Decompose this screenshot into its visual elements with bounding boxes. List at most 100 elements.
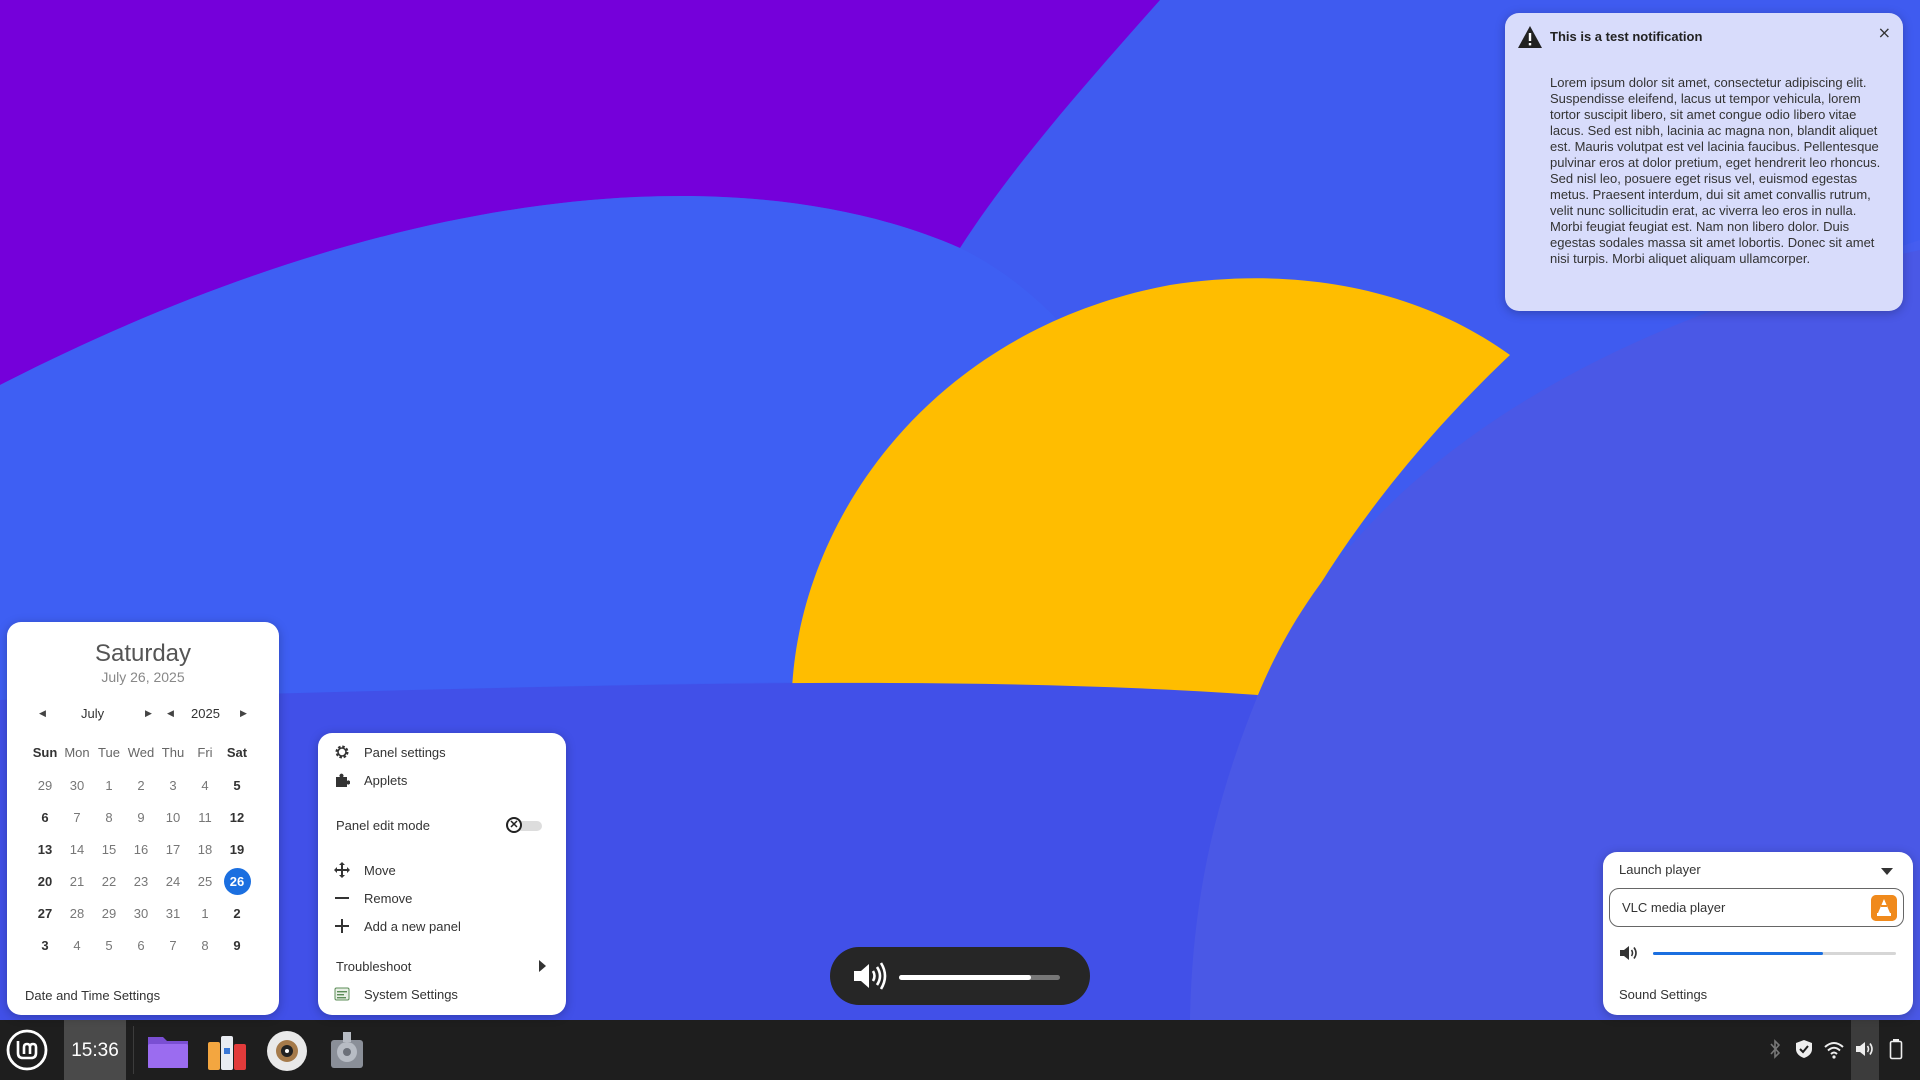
calendar-day[interactable]: 12 — [221, 801, 253, 833]
calendar-day[interactable]: 9 — [125, 801, 157, 833]
files-icon[interactable] — [145, 1028, 191, 1074]
calendar-day[interactable]: 31 — [157, 897, 189, 929]
menu-item-add-panel[interactable]: Add a new panel — [318, 915, 566, 939]
menu-item-troubleshoot[interactable]: Troubleshoot — [318, 955, 566, 979]
calendar-day[interactable]: 4 — [189, 769, 221, 801]
calendar-day[interactable]: 5 — [93, 929, 125, 961]
calendar-day[interactable]: 24 — [157, 865, 189, 897]
menu-item-system-settings[interactable]: System Settings — [318, 983, 566, 1007]
notification-popup[interactable]: This is a test notification × Lorem ipsu… — [1505, 13, 1903, 311]
sound-settings-link[interactable]: Sound Settings — [1619, 987, 1707, 1002]
calendar-day[interactable]: 7 — [61, 801, 93, 833]
calendar-day[interactable]: 3 — [157, 769, 189, 801]
calendar-day[interactable]: 28 — [61, 897, 93, 929]
wifi-icon[interactable] — [1824, 1038, 1844, 1060]
calendar-day[interactable]: 9 — [221, 929, 253, 961]
menu-item-panel-settings[interactable]: Panel settings — [318, 741, 566, 765]
calendar-day[interactable]: 8 — [93, 801, 125, 833]
calendar-day[interactable]: 11 — [189, 801, 221, 833]
osd-level-bar — [899, 975, 1060, 980]
calendar-popup: Saturday July 26, 2025 ◀ July ▶ ◀ 2025 ▶… — [7, 622, 279, 1015]
player-item-vlc[interactable]: VLC media player — [1609, 888, 1904, 927]
calendar-day[interactable]: 4 — [61, 929, 93, 961]
mint-menu-icon[interactable] — [6, 1029, 48, 1071]
calendar-day[interactable]: 14 — [61, 833, 93, 865]
calendar-day[interactable]: 13 — [29, 833, 61, 865]
calendar-day[interactable]: 18 — [189, 833, 221, 865]
calendar-day[interactable]: 7 — [157, 929, 189, 961]
calendar-day[interactable]: 8 — [189, 929, 221, 961]
calendar-day[interactable]: 15 — [93, 833, 125, 865]
month-next-icon[interactable]: ▶ — [145, 708, 152, 719]
calendar-day[interactable]: 25 — [189, 865, 221, 897]
minus-icon — [335, 897, 349, 899]
calendar-day[interactable]: 3 — [29, 929, 61, 961]
calendar-day-today[interactable]: 26 — [221, 865, 253, 897]
volume-icon[interactable] — [1619, 944, 1639, 962]
calendar-week: 20 21 22 23 24 25 26 — [29, 865, 253, 897]
menu-item-label: Add a new panel — [364, 919, 461, 934]
move-icon — [334, 862, 350, 878]
calendar-week: 13 14 15 16 17 18 19 — [29, 833, 253, 865]
calendar-day[interactable]: 19 — [221, 833, 253, 865]
calendar-day[interactable]: 29 — [93, 897, 125, 929]
volume-slider[interactable] — [1653, 952, 1896, 955]
menu-item-panel-edit-mode[interactable]: Panel edit mode ✕ — [318, 814, 566, 838]
date-time-settings-link[interactable]: Date and Time Settings — [25, 988, 160, 1003]
month-prev-icon[interactable]: ◀ — [39, 708, 46, 719]
calendar-full-date: July 26, 2025 — [101, 669, 185, 685]
calendar-week: 3 4 5 6 7 8 9 — [29, 929, 253, 961]
menu-item-applets[interactable]: Applets — [318, 769, 566, 793]
calendar-week: 29 30 1 2 3 4 5 — [29, 769, 253, 801]
menu-item-label: Remove — [364, 891, 413, 906]
calendar-day[interactable]: 16 — [125, 833, 157, 865]
calendar-day[interactable]: 6 — [125, 929, 157, 961]
calendar-day[interactable]: 27 — [29, 897, 61, 929]
menu-item-move[interactable]: Move — [318, 859, 566, 883]
calendar-day[interactable]: 23 — [125, 865, 157, 897]
calendar-day[interactable]: 22 — [93, 865, 125, 897]
close-icon[interactable]: × — [1878, 23, 1891, 42]
weekday-header: Fri — [197, 744, 213, 760]
calendar-day[interactable]: 6 — [29, 801, 61, 833]
volume-osd — [830, 947, 1090, 1005]
calendar-day[interactable]: 5 — [221, 769, 253, 801]
panel-edit-mode-toggle[interactable]: ✕ — [506, 817, 544, 834]
calendar-day[interactable]: 30 — [61, 769, 93, 801]
calendar-day[interactable]: 2 — [221, 897, 253, 929]
calendar-day[interactable]: 17 — [157, 833, 189, 865]
volume-icon[interactable] — [1855, 1038, 1875, 1060]
year-prev-icon[interactable]: ◀ — [167, 708, 174, 719]
calendar-day[interactable]: 29 — [29, 769, 61, 801]
panel-context-menu: Panel settings Applets Panel edit mode ✕… — [318, 733, 566, 1015]
settings-icon[interactable] — [324, 1028, 370, 1074]
battery-icon[interactable] — [1886, 1038, 1906, 1060]
calendar-day[interactable]: 1 — [189, 897, 221, 929]
submenu-arrow-icon — [539, 960, 546, 972]
calendar-year: 2025 — [191, 706, 220, 721]
calendar-day[interactable]: 21 — [61, 865, 93, 897]
menu-item-remove[interactable]: Remove — [318, 887, 566, 911]
toolbox-icon[interactable] — [204, 1028, 250, 1074]
menu-item-label: Troubleshoot — [336, 959, 412, 974]
year-next-icon[interactable]: ▶ — [240, 708, 247, 719]
calendar-day[interactable]: 1 — [93, 769, 125, 801]
gear-icon — [335, 745, 349, 759]
weekday-header: Mon — [64, 744, 90, 760]
calendar-day[interactable]: 2 — [125, 769, 157, 801]
bluetooth-icon[interactable] — [1765, 1038, 1785, 1060]
chevron-down-icon[interactable] — [1881, 868, 1893, 875]
calendar-day[interactable]: 10 — [157, 801, 189, 833]
launch-player-dropdown[interactable]: Launch player — [1619, 862, 1701, 877]
calendar-day[interactable]: 20 — [29, 865, 61, 897]
calendar-month: July — [81, 706, 105, 721]
menu-item-label: Panel edit mode — [336, 818, 430, 833]
calendar-weekday: Saturday — [94, 640, 192, 667]
calendar-day[interactable]: 30 — [125, 897, 157, 929]
media-player-icon[interactable] — [264, 1028, 310, 1074]
shield-icon[interactable] — [1794, 1038, 1814, 1060]
notification-body: Lorem ipsum dolor sit amet, consectetur … — [1550, 75, 1881, 266]
menu-item-label: Move — [364, 863, 396, 878]
clock-button[interactable]: 15:36 — [64, 1020, 126, 1080]
calendar-grid: Sun Mon Tue Wed Thu Fri Sat 29 30 1 2 3 … — [29, 735, 253, 961]
